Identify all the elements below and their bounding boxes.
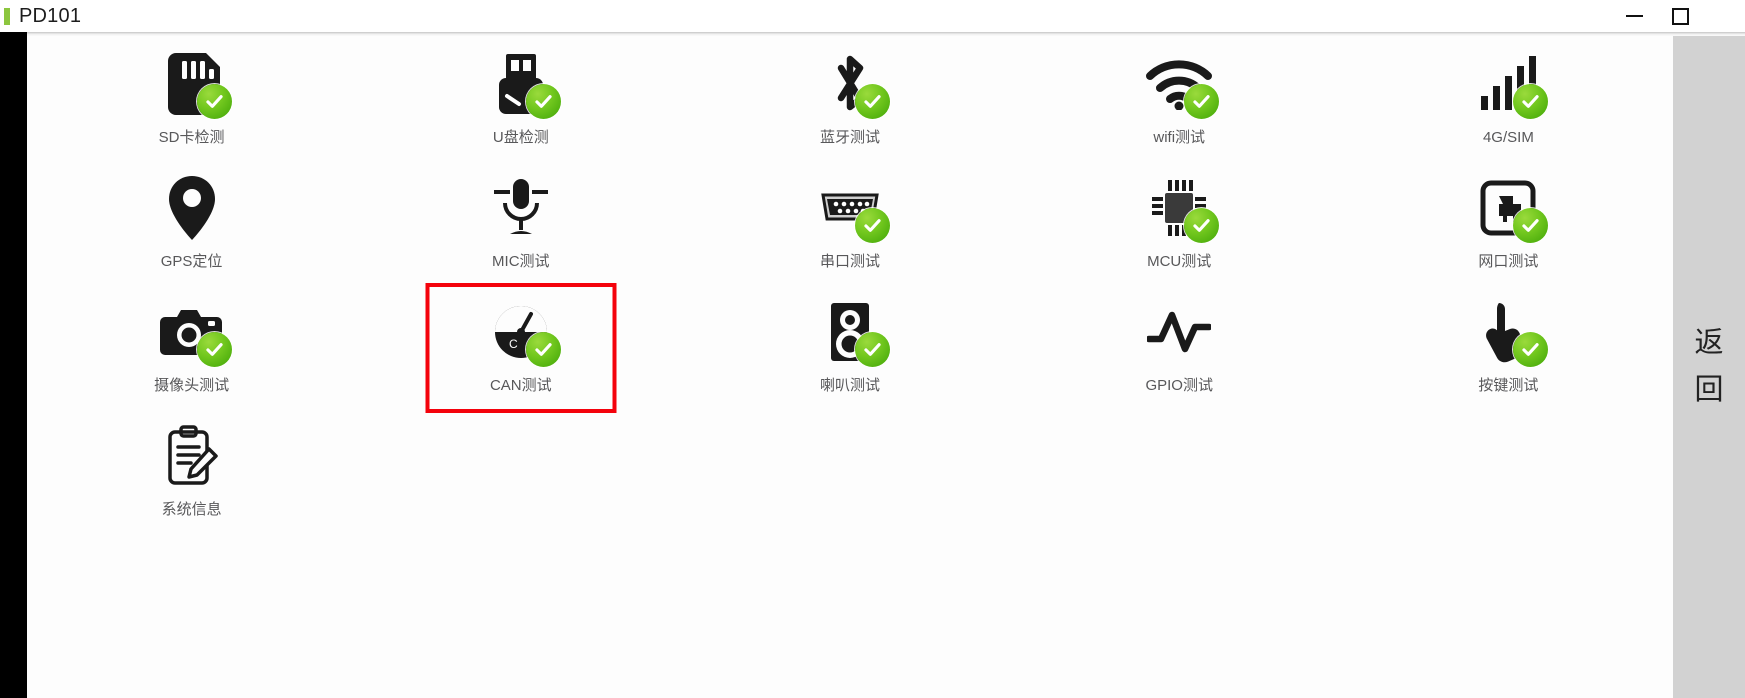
serial-port-icon xyxy=(815,174,890,243)
right-side-panel: 返 回 xyxy=(1673,36,1745,698)
back-button[interactable]: 返 回 xyxy=(1673,36,1745,698)
pass-check-badge-icon xyxy=(525,332,561,367)
maximize-button[interactable] xyxy=(1657,0,1703,32)
pass-check-badge-icon xyxy=(1513,208,1549,243)
pass-check-badge-icon xyxy=(196,84,232,119)
test-item-label: U盘检测 xyxy=(492,129,549,146)
sd-card-icon xyxy=(157,50,232,119)
test-item-label: SD卡检测 xyxy=(158,129,225,146)
back-label-char-2: 回 xyxy=(1694,374,1724,406)
test-item-label: 串口测试 xyxy=(819,253,880,270)
camera-icon xyxy=(157,298,232,367)
chip-icon xyxy=(1144,174,1220,243)
waveform-icon xyxy=(1144,298,1214,366)
test-item-label: GPIO测试 xyxy=(1145,377,1213,394)
touch-button-icon xyxy=(1473,298,1549,367)
pass-check-badge-icon xyxy=(854,84,890,119)
minimize-button[interactable] xyxy=(1611,0,1657,32)
test-item-label: 喇叭测试 xyxy=(819,377,880,394)
usb-drive-icon xyxy=(486,50,561,119)
test-item-label: 按键测试 xyxy=(1478,377,1539,394)
test-item-label: wifi测试 xyxy=(1153,129,1206,146)
test-item-label: CAN测试 xyxy=(489,377,552,394)
test-item-sd-card[interactable]: SD卡检测 xyxy=(27,44,356,168)
test-item-label: 网口测试 xyxy=(1478,253,1539,270)
map-pin-icon xyxy=(157,174,227,242)
bluetooth-icon xyxy=(815,50,890,119)
test-item-bluetooth[interactable]: 蓝牙测试 xyxy=(685,44,1014,168)
back-label-char-1: 返 xyxy=(1694,327,1724,359)
maximize-icon xyxy=(1671,7,1689,25)
window-body: SD卡检测 U盘检测 蓝牙测试 wifi测试 4G/SIM GPS定位 MIC测试 串口测试 M… xyxy=(0,32,1745,698)
pass-check-badge-icon xyxy=(1513,84,1549,119)
pass-check-badge-icon xyxy=(854,208,890,243)
minimize-icon xyxy=(1625,15,1643,17)
ethernet-port-icon xyxy=(1473,174,1549,243)
microphone-icon xyxy=(486,174,556,242)
test-item-label: MCU测试 xyxy=(1147,253,1212,270)
pass-check-badge-icon xyxy=(196,332,232,367)
test-item-label: 系统信息 xyxy=(161,501,222,518)
window-controls xyxy=(1611,0,1745,32)
wifi-icon xyxy=(1144,50,1220,119)
test-item-can-gauge[interactable]: C CAN测试 xyxy=(356,292,685,416)
test-item-ethernet-port[interactable]: 网口测试 xyxy=(1344,168,1673,292)
test-item-waveform[interactable]: GPIO测试 xyxy=(1015,292,1344,416)
test-item-label: 蓝牙测试 xyxy=(819,129,880,146)
pass-check-badge-icon xyxy=(854,332,890,367)
pass-check-badge-icon xyxy=(1184,84,1220,119)
speaker-icon xyxy=(815,298,890,367)
pass-check-badge-icon xyxy=(1184,208,1220,243)
pass-check-badge-icon xyxy=(525,84,561,119)
signal-bars-icon xyxy=(1473,50,1549,119)
window-title: PD101 xyxy=(19,5,82,27)
test-item-map-pin[interactable]: GPS定位 xyxy=(27,168,356,292)
svg-text:C: C xyxy=(509,337,518,351)
test-item-signal-bars[interactable]: 4G/SIM xyxy=(1344,44,1673,168)
test-item-grid: SD卡检测 U盘检测 蓝牙测试 wifi测试 4G/SIM GPS定位 MIC测试 串口测试 M… xyxy=(27,36,1673,540)
test-item-usb-drive[interactable]: U盘检测 xyxy=(356,44,685,168)
titlebar-spacer xyxy=(1703,0,1745,32)
test-grid-area: SD卡检测 U盘检测 蓝牙测试 wifi测试 4G/SIM GPS定位 MIC测试 串口测试 M… xyxy=(27,36,1673,698)
test-item-label: 摄像头测试 xyxy=(154,377,230,394)
window-titlebar: PD101 xyxy=(0,0,1745,32)
test-item-label: MIC测试 xyxy=(492,253,550,270)
clipboard-edit-icon xyxy=(157,422,227,490)
test-item-touch-button[interactable]: 按键测试 xyxy=(1344,292,1673,416)
app-accent-mark xyxy=(4,7,10,25)
can-gauge-icon: C xyxy=(486,298,561,367)
test-item-label: GPS定位 xyxy=(160,253,223,270)
test-item-clipboard-edit[interactable]: 系统信息 xyxy=(27,416,356,540)
test-item-serial-port[interactable]: 串口测试 xyxy=(685,168,1014,292)
test-item-camera[interactable]: 摄像头测试 xyxy=(27,292,356,416)
left-black-rail xyxy=(0,32,27,698)
test-item-speaker[interactable]: 喇叭测试 xyxy=(685,292,1014,416)
test-item-wifi[interactable]: wifi测试 xyxy=(1015,44,1344,168)
test-item-chip[interactable]: MCU测试 xyxy=(1015,168,1344,292)
test-item-microphone[interactable]: MIC测试 xyxy=(356,168,685,292)
pass-check-badge-icon xyxy=(1513,332,1549,367)
test-item-label: 4G/SIM xyxy=(1482,129,1534,146)
